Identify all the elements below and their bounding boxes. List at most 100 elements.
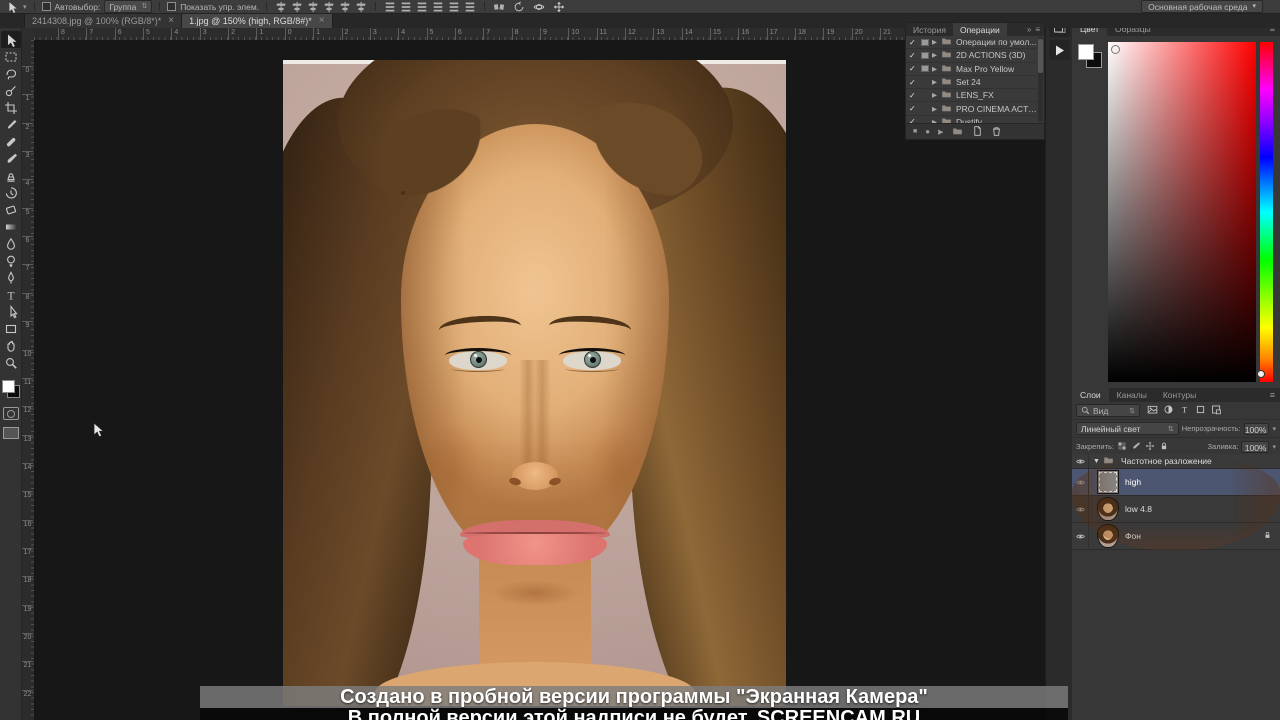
color-field-marker[interactable]	[1111, 45, 1120, 54]
foreground-background-colors[interactable]	[1, 380, 20, 398]
workspace-switcher-button[interactable]: Основная рабочая среда ▾	[1141, 0, 1263, 13]
new-action-set-icon[interactable]	[951, 126, 964, 138]
tool-preset-caret-icon[interactable]: ▾	[23, 3, 27, 11]
tool-eraser[interactable]	[1, 201, 21, 218]
tab-document-2[interactable]: 1.jpg @ 150% (high, RGB/8#)* ×	[182, 14, 333, 28]
close-tab-icon[interactable]: ×	[168, 16, 174, 26]
foreground-color-swatch[interactable]	[1078, 44, 1094, 60]
tool-path-selection[interactable]	[1, 303, 21, 320]
group-expand-icon[interactable]: ▼	[1093, 458, 1100, 465]
adjustment-filter-icon[interactable]	[1163, 404, 1174, 417]
fill-value[interactable]: 100%	[1241, 440, 1270, 453]
screen-mode-button[interactable]	[2, 427, 19, 439]
toggle-item-check-icon[interactable]: ✓	[909, 78, 918, 87]
autoselect-group-select[interactable]: Группа ⇅	[104, 0, 153, 13]
hue-slider[interactable]	[1257, 42, 1273, 382]
toolbar-collapse-strip[interactable]	[0, 14, 25, 28]
foreground-color-swatch[interactable]	[1, 380, 15, 393]
pan-3d-icon[interactable]	[552, 1, 566, 13]
tab-history[interactable]: История	[906, 23, 953, 36]
tool-spot-healing-brush[interactable]	[1, 133, 21, 150]
horizontal-ruler[interactable]: 8 7 6 5 4 3 2 1 0 1 2 3 4 5 6 7 8 9 10 11 12 13 14 15 16 17 18 19 20…	[34, 28, 1045, 41]
caret-down-icon[interactable]: ▾	[1272, 443, 1276, 451]
foreground-background-swatches[interactable]	[1078, 44, 1102, 68]
distribute-horizontal-centers-icon[interactable]	[447, 1, 461, 13]
move-tool-preset-icon[interactable]	[5, 1, 19, 13]
action-set-row[interactable]: ✓ ▶ Dustify	[906, 116, 1037, 123]
tool-type[interactable]: T	[1, 286, 21, 303]
tool-blur[interactable]	[1, 235, 21, 252]
expand-set-icon[interactable]: ▶	[932, 105, 937, 113]
distribute-right-icon[interactable]	[463, 1, 477, 13]
toggle-item-check-icon[interactable]: ✓	[909, 51, 918, 60]
action-set-row[interactable]: ✓ ▶ Max Pro Yellow	[906, 63, 1037, 76]
align-top-edges-icon[interactable]	[322, 1, 336, 13]
tool-quick-selection[interactable]	[1, 82, 21, 99]
caret-down-icon[interactable]: ▾	[1272, 425, 1276, 433]
lock-pixels-icon[interactable]	[1131, 441, 1141, 453]
expand-set-icon[interactable]: ▶	[932, 38, 937, 46]
delete-action-icon[interactable]	[991, 125, 1002, 139]
dialog-toggle-icon[interactable]	[921, 51, 929, 59]
expand-set-icon[interactable]: ▶	[932, 51, 937, 59]
toggle-item-check-icon[interactable]: ✓	[909, 38, 918, 47]
tool-crop[interactable]	[1, 99, 21, 116]
tool-lasso[interactable]	[1, 65, 21, 82]
begin-recording-icon[interactable]: ●	[925, 127, 930, 136]
align-vertical-centers-icon[interactable]	[338, 1, 352, 13]
distribute-top-icon[interactable]	[383, 1, 397, 13]
tool-brush[interactable]	[1, 150, 21, 167]
actions-scrollbar[interactable]	[1038, 37, 1043, 122]
lock-all-icon[interactable]	[1159, 441, 1169, 453]
tab-document-1[interactable]: 2414308.jpg @ 100% (RGB/8*)* ×	[25, 14, 183, 28]
tool-pen[interactable]	[1, 269, 21, 286]
close-tab-icon[interactable]: ×	[319, 16, 325, 26]
distribute-bottom-icon[interactable]	[415, 1, 429, 13]
align-right-edges-icon[interactable]	[306, 1, 320, 13]
tool-gradient[interactable]	[1, 218, 21, 235]
layer-thumbnail[interactable]	[1097, 524, 1119, 548]
action-set-row[interactable]: ✓ ▶ LENS_FX	[906, 89, 1037, 103]
auto-align-icon[interactable]	[492, 1, 506, 13]
dialog-toggle-icon[interactable]	[921, 79, 929, 86]
opacity-value[interactable]: 100%	[1243, 422, 1270, 435]
rotate-3d-icon[interactable]	[512, 1, 526, 13]
dialog-toggle-icon[interactable]	[921, 92, 929, 99]
show-transform-controls-checkbox[interactable]	[167, 2, 177, 11]
tab-paths[interactable]: Контуры	[1155, 388, 1204, 402]
dialog-toggle-icon[interactable]	[921, 38, 929, 46]
align-left-edges-icon[interactable]	[274, 1, 288, 13]
blend-mode-select[interactable]: Линейный свет ⇅	[1076, 422, 1179, 435]
toggle-item-check-icon[interactable]: ✓	[909, 91, 918, 100]
layer-row[interactable]: Фон	[1072, 523, 1280, 550]
expand-set-icon[interactable]: ▶	[932, 91, 937, 99]
distribute-left-icon[interactable]	[431, 1, 445, 13]
play-collapsed-icon[interactable]	[1049, 40, 1070, 60]
autoselect-checkbox[interactable]	[41, 2, 51, 11]
hue-slider-marker[interactable]	[1257, 370, 1265, 378]
toggle-item-check-icon[interactable]: ✓	[909, 104, 918, 113]
toggle-item-check-icon[interactable]: ✓	[909, 64, 918, 73]
quick-mask-mode-button[interactable]	[2, 407, 19, 420]
tool-rectangle-shape[interactable]	[1, 320, 21, 337]
orbit-3d-icon[interactable]	[532, 1, 546, 13]
type-filter-icon[interactable]: T	[1179, 404, 1190, 417]
layer-filter-type-select[interactable]: Вид ⇅	[1076, 404, 1140, 417]
tool-clone-stamp[interactable]	[1, 167, 21, 184]
action-set-row[interactable]: ✓ ▶ Операции по умол...	[906, 36, 1037, 50]
collapse-panel-icon[interactable]: »	[1027, 25, 1031, 34]
expand-set-icon[interactable]: ▶	[932, 65, 937, 73]
lock-position-icon[interactable]	[1145, 441, 1155, 453]
panel-menu-icon[interactable]: ≡	[1270, 390, 1275, 400]
dialog-toggle-icon[interactable]	[921, 65, 929, 73]
tool-move[interactable]	[0, 31, 21, 48]
stop-recording-icon[interactable]: ■	[913, 128, 917, 135]
tool-dodge[interactable]	[1, 252, 21, 269]
image-filter-icon[interactable]	[1147, 404, 1158, 417]
lock-transparency-icon[interactable]	[1117, 441, 1127, 453]
play-action-icon[interactable]: ▶	[938, 128, 943, 136]
action-set-row[interactable]: ✓ ▶ PRO CINEMA ACTI...	[906, 102, 1037, 116]
vertical-ruler[interactable]: 0 1 2 3 4 5 6 7 8 9 10 11 12 13 14 15 16 17 18 19 20 21 22	[22, 40, 35, 720]
tab-layers[interactable]: Слои	[1072, 388, 1109, 402]
layer-visibility-toggle[interactable]	[1072, 523, 1089, 549]
